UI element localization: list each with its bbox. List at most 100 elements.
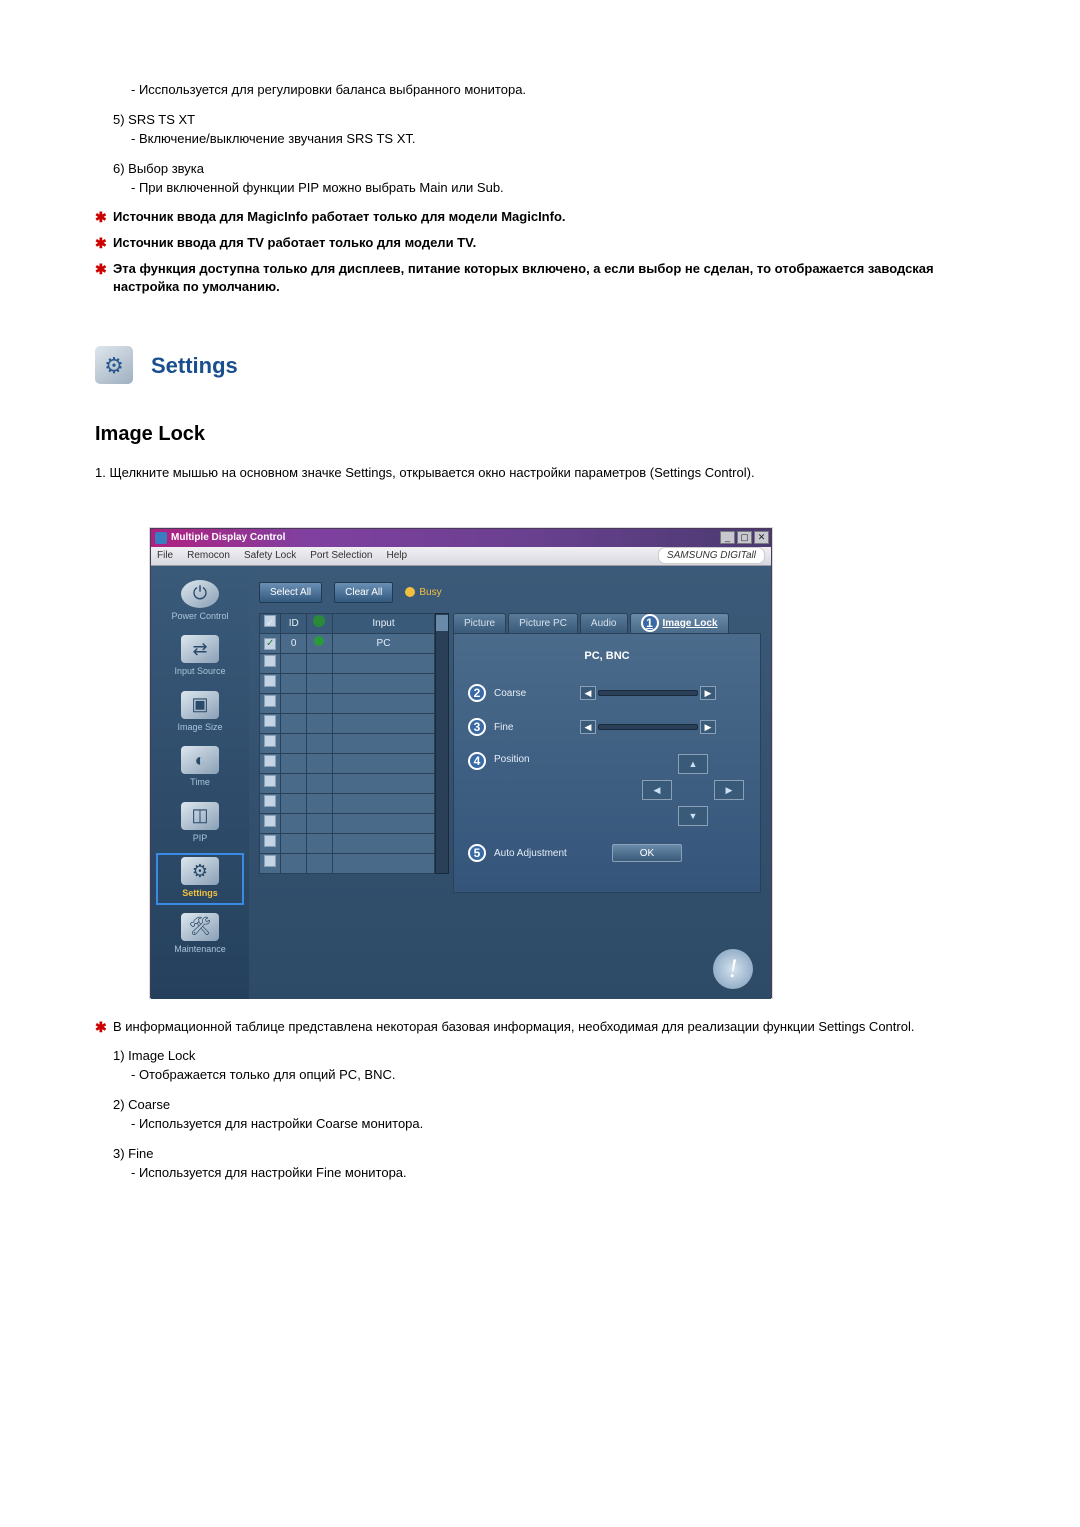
- sidebar-item-image-size[interactable]: ▣Image Size: [160, 691, 240, 735]
- magicinfo-note: Источник ввода для MagicInfo работает то…: [95, 208, 985, 226]
- instructions: 1. Щелкните мышью на основном значке Set…: [95, 463, 985, 483]
- menu-remocon[interactable]: Remocon: [187, 548, 230, 563]
- tab-audio[interactable]: Audio: [580, 613, 628, 633]
- maximize-button[interactable]: ▢: [737, 531, 752, 544]
- titlebar: Multiple Display Control _ ▢ ✕: [151, 529, 771, 547]
- sidebar-item-time[interactable]: ◐Time: [160, 746, 240, 790]
- row-checkbox[interactable]: [264, 695, 276, 707]
- fine-increase-button[interactable]: ▶: [700, 720, 716, 734]
- table-row[interactable]: [260, 813, 435, 833]
- tab-image-lock[interactable]: 1 Image Lock: [630, 613, 729, 633]
- menu-safety-lock[interactable]: Safety Lock: [244, 548, 296, 563]
- image-size-icon: ▣: [181, 691, 219, 719]
- menubar: File Remocon Safety Lock Port Selection …: [151, 547, 771, 566]
- col-status: [306, 613, 332, 633]
- table-row[interactable]: [260, 653, 435, 673]
- row-checkbox[interactable]: [264, 775, 276, 787]
- busy-indicator: Busy: [405, 585, 441, 600]
- position-up-button[interactable]: ▲: [678, 754, 708, 774]
- position-left-button[interactable]: ◀: [642, 780, 672, 800]
- power-icon: ⏻: [181, 580, 219, 608]
- callout-4-badge: 4: [468, 752, 486, 770]
- coarse-decrease-button[interactable]: ◀: [580, 686, 596, 700]
- close-button[interactable]: ✕: [754, 531, 769, 544]
- table-row[interactable]: 0 PC: [260, 633, 435, 653]
- table-row[interactable]: [260, 673, 435, 693]
- row-checkbox[interactable]: [264, 638, 276, 650]
- list-scrollbar[interactable]: [435, 613, 449, 874]
- coarse-row: 2 Coarse ◀ ▶: [468, 684, 746, 702]
- fine-row: 3 Fine ◀ ▶: [468, 718, 746, 736]
- table-row[interactable]: [260, 753, 435, 773]
- coarse-increase-button[interactable]: ▶: [700, 686, 716, 700]
- fine-track[interactable]: [598, 724, 698, 730]
- settings-cogs-icon: ⚙: [95, 346, 133, 384]
- clear-all-button[interactable]: Clear All: [334, 582, 393, 603]
- settings-icon: ⚙: [181, 857, 219, 885]
- panel-mode-label: PC, BNC: [468, 648, 746, 665]
- row-checkbox[interactable]: [264, 755, 276, 767]
- app-body: ⏻Power Control ⇄Input Source ▣Image Size…: [151, 566, 771, 999]
- sidebar-item-power-control[interactable]: ⏻Power Control: [160, 580, 240, 624]
- sidebar-item-pip[interactable]: ◫PIP: [160, 802, 240, 846]
- col-id: ID: [281, 613, 307, 633]
- table-row[interactable]: [260, 693, 435, 713]
- default-note: Эта функция доступна только для дисплеев…: [95, 260, 985, 296]
- row-checkbox[interactable]: [264, 795, 276, 807]
- select-all-button[interactable]: Select All: [259, 582, 322, 603]
- position-row: 4 Position ▲ ◀ ▶ ▼: [468, 752, 746, 828]
- fine-slider: ◀ ▶: [580, 720, 716, 734]
- menu-port-selection[interactable]: Port Selection: [310, 548, 372, 563]
- scrollbar-thumb[interactable]: [436, 615, 448, 631]
- table-row[interactable]: [260, 733, 435, 753]
- row-checkbox[interactable]: [264, 835, 276, 847]
- display-list-table: ✓ ID Input 0 PC: [259, 613, 435, 874]
- row-id: 0: [281, 633, 307, 653]
- col-check[interactable]: ✓: [260, 613, 281, 633]
- post-item1-num: 1) Image Lock: [113, 1046, 985, 1066]
- ok-button[interactable]: OK: [612, 844, 682, 862]
- sidebar-item-settings[interactable]: ⚙Settings: [160, 857, 240, 901]
- coarse-label: Coarse: [494, 686, 572, 701]
- minimize-button[interactable]: _: [720, 531, 735, 544]
- row-checkbox[interactable]: [264, 675, 276, 687]
- position-down-button[interactable]: ▼: [678, 806, 708, 826]
- info-icon[interactable]: !: [713, 949, 753, 989]
- table-row[interactable]: [260, 853, 435, 873]
- settings-section-header: ⚙ Settings: [95, 346, 985, 384]
- row-checkbox[interactable]: [264, 815, 276, 827]
- position-label: Position: [494, 752, 572, 767]
- table-row[interactable]: [260, 833, 435, 853]
- status-dot-icon: [313, 615, 325, 627]
- row-checkbox[interactable]: [264, 655, 276, 667]
- basic-info-note: В информационной таблице представлена не…: [95, 1018, 985, 1036]
- sidebar-item-input-source[interactable]: ⇄Input Source: [160, 635, 240, 679]
- callout-2-badge: 2: [468, 684, 486, 702]
- table-row[interactable]: [260, 713, 435, 733]
- callout-1-badge: 1: [641, 614, 659, 632]
- item6-num: 6) Выбор звука: [113, 159, 985, 179]
- fine-decrease-button[interactable]: ◀: [580, 720, 596, 734]
- row-checkbox[interactable]: [264, 715, 276, 727]
- post-list: 1) Image Lock - Отображается только для …: [113, 1046, 985, 1183]
- tab-picture-pc[interactable]: Picture PC: [508, 613, 578, 633]
- table-row[interactable]: [260, 793, 435, 813]
- position-right-button[interactable]: ▶: [714, 780, 744, 800]
- time-icon: ◐: [181, 746, 219, 774]
- callout-5-badge: 5: [468, 844, 486, 862]
- menu-file[interactable]: File: [157, 548, 173, 563]
- tab-picture[interactable]: Picture: [453, 613, 506, 633]
- prelude-block: - Исспользуется для регулировки баланса …: [113, 80, 985, 198]
- table-row[interactable]: [260, 773, 435, 793]
- row-checkbox[interactable]: [264, 855, 276, 867]
- fine-label: Fine: [494, 720, 572, 735]
- menu-help[interactable]: Help: [386, 548, 407, 563]
- tv-note: Источник ввода для TV работает только дл…: [95, 234, 985, 252]
- item6-desc: - При включенной функции PIP можно выбра…: [131, 178, 985, 198]
- check-all-icon: ✓: [264, 615, 276, 627]
- row-status: [306, 633, 332, 653]
- row-checkbox[interactable]: [264, 735, 276, 747]
- coarse-track[interactable]: [598, 690, 698, 696]
- callout-3-badge: 3: [468, 718, 486, 736]
- sidebar-item-maintenance[interactable]: 🛠Maintenance: [160, 913, 240, 957]
